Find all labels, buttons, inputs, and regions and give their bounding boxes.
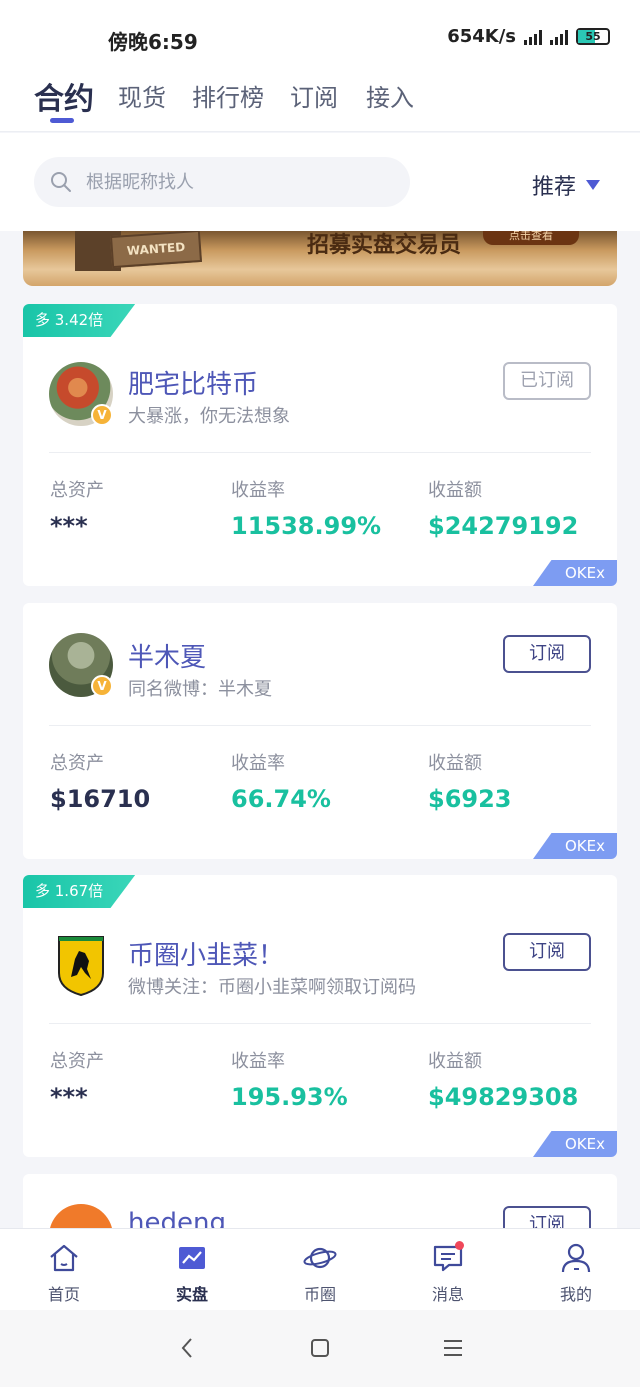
total-assets-label: 总资产 [50,753,104,774]
trader-name[interactable]: 币圈小韭菜！ [128,935,284,972]
tab-ranking[interactable]: 排行榜 [192,78,264,113]
search-box[interactable] [34,157,410,207]
divider [49,452,591,453]
banner-text: 招募实盘交易员 [307,233,462,258]
nav-label: 我的 [559,1285,592,1304]
verified-badge-icon: V [91,404,113,426]
trader-card[interactable]: 多 1.67倍 币圈小韭菜！ 微博关注：币圈小韭菜啊领取订阅码 订阅 总资产 收… [23,875,617,1157]
verified-badge-icon: V [91,675,113,697]
profit-amount-label: 收益额 [428,480,482,501]
search-bar-row: 推荐 [0,133,640,231]
menu-icon[interactable] [441,1336,465,1360]
tab-access[interactable]: 接入 [366,78,414,113]
nav-label: 首页 [47,1285,80,1304]
trader-name[interactable]: 半木夏 [128,637,206,674]
home-icon [50,1244,78,1272]
subscribed-button[interactable]: 已订阅 [503,362,591,400]
profit-amount-value: $49829308 [428,1083,579,1111]
nav-crypto-circle[interactable]: 币圈 [280,1229,360,1305]
nav-home[interactable]: 首页 [24,1229,104,1305]
battery-level: 55 [585,30,601,43]
search-icon [51,172,71,192]
user-icon [561,1243,591,1273]
profit-amount-label: 收益额 [428,753,482,774]
nav-live-trading[interactable]: 实盘 [152,1229,232,1305]
avatar[interactable] [49,933,113,997]
profit-amount-value: $6923 [428,785,512,813]
status-time: 傍晚6:59 [108,30,198,54]
profit-amount-value: $24279192 [428,512,579,540]
total-assets-value: *** [50,512,88,540]
subscribe-button[interactable]: 订阅 [503,635,591,673]
exchange-tag: OKEx [533,1131,617,1157]
trader-card[interactable]: V 半木夏 同名微博：半木夏 订阅 总资产 收益率 收益额 $16710 66.… [23,603,617,859]
return-rate-label: 收益率 [231,753,285,774]
recruit-banner[interactable]: WANTED 招募实盘交易员 点击查看 [23,231,617,286]
dropdown-triangle-icon [586,180,600,190]
planet-icon [303,1247,337,1269]
return-rate-label: 收益率 [231,480,285,501]
sort-label: 推荐 [531,175,576,200]
top-tabs: 合约 现货 排行榜 订阅 接入 [0,74,640,132]
nav-label: 币圈 [303,1285,336,1304]
trader-name[interactable]: 肥宅比特币 [128,364,258,401]
tab-contract[interactable]: 合约 [34,74,94,118]
leverage-tag: 多 1.67倍 [23,875,136,908]
tab-spot[interactable]: 现货 [118,78,166,113]
ferrari-logo-icon [58,936,104,997]
banner-button[interactable]: 点击查看 [483,231,579,245]
bottom-nav: 首页 实盘 币圈 消息 我的 [0,1228,640,1310]
exchange-tag: OKEx [533,833,617,859]
leverage-tag: 多 3.42倍 [23,304,136,337]
return-rate-label: 收益率 [231,1051,285,1072]
total-assets-value: *** [50,1083,88,1111]
trader-card[interactable]: hedeng 订阅 [23,1174,617,1234]
nav-label: 实盘 [175,1285,208,1304]
trader-desc: 大暴涨，你无法想象 [128,406,290,427]
trader-desc: 同名微博：半木夏 [128,679,272,700]
status-bar: 傍晚6:59 654K/s 55 [0,0,640,74]
notification-dot [455,1241,464,1250]
tab-subscription[interactable]: 订阅 [290,78,338,113]
trader-card[interactable]: 多 3.42倍 V 肥宅比特币 大暴涨，你无法想象 已订阅 总资产 收益率 收益… [23,304,617,586]
system-nav-bar [0,1310,640,1387]
return-rate-value: 195.93% [231,1083,348,1111]
signal-icon [550,29,568,45]
divider [49,725,591,726]
return-rate-value: 11538.99% [231,512,382,540]
back-icon[interactable] [176,1336,200,1360]
return-rate-value: 66.74% [231,785,331,813]
total-assets-label: 总资产 [50,1051,104,1072]
trader-desc: 微博关注：币圈小韭菜啊领取订阅码 [128,977,416,998]
network-speed: 654K/s [447,26,516,47]
nav-profile[interactable]: 我的 [536,1229,616,1305]
sort-dropdown[interactable]: 推荐 [532,169,600,201]
total-assets-label: 总资产 [50,480,104,501]
home-square-icon[interactable] [308,1336,332,1360]
active-tab-indicator [50,118,74,123]
wanted-sign: WANTED [109,231,203,269]
status-indicators: 654K/s 55 [447,26,610,47]
signal-icon [524,29,542,45]
subscribe-button[interactable]: 订阅 [503,933,591,971]
chart-icon [179,1247,205,1269]
nav-messages[interactable]: 消息 [408,1229,488,1305]
divider [49,1023,591,1024]
battery-icon: 55 [576,28,610,45]
nav-label: 消息 [431,1285,464,1304]
total-assets-value: $16710 [50,785,151,813]
profit-amount-label: 收益额 [428,1051,482,1072]
search-input[interactable] [86,157,386,207]
exchange-tag: OKEx [533,560,617,586]
